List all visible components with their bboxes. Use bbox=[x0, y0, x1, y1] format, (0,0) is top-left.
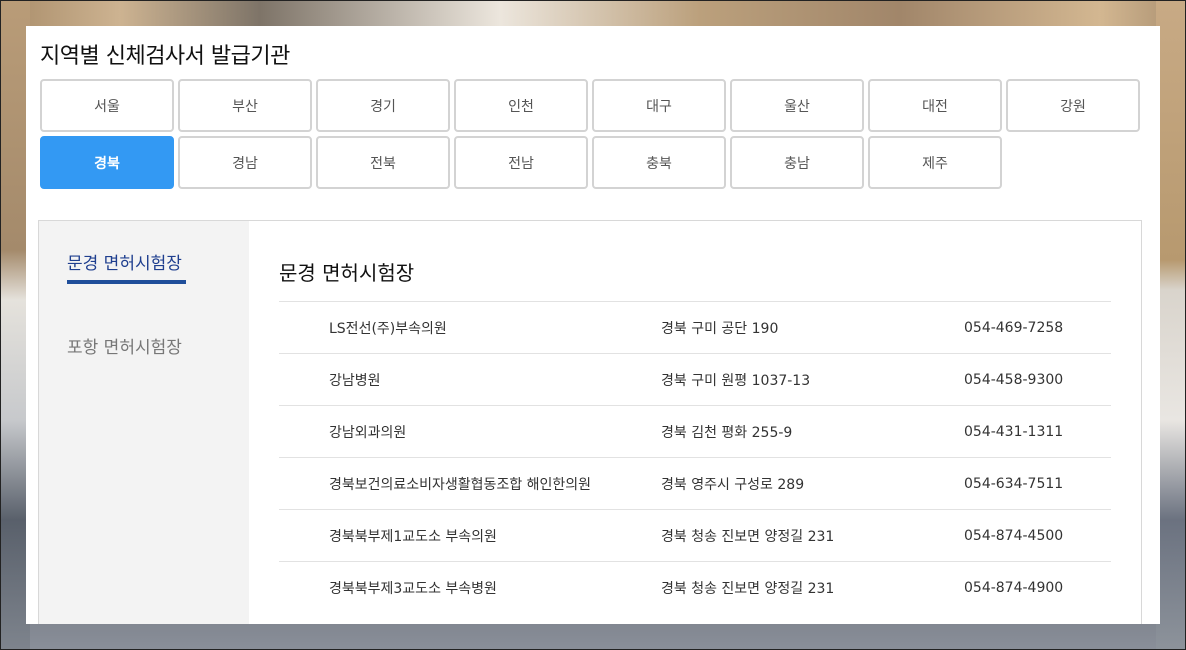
background-ceiling bbox=[0, 0, 1186, 26]
facility-address: 경북 김천 평화 255-9 bbox=[661, 424, 793, 441]
section-title: 문경 면허시험장 bbox=[279, 261, 415, 285]
facility-address: 경북 청송 진보면 양정길 231 bbox=[661, 580, 835, 597]
facility-name: 경북북부제1교도소 부속의원 bbox=[329, 528, 497, 545]
page-title: 지역별 신체검사서 발급기관 bbox=[40, 44, 290, 69]
table-row: 경북북부제3교도소 부속병원 경북 청송 진보면 양정길 231 054-874… bbox=[279, 561, 1111, 614]
region-tab-gyeongbuk[interactable]: 경북 bbox=[40, 136, 174, 189]
region-tab-incheon[interactable]: 인천 bbox=[454, 79, 588, 132]
facility-name: 경북북부제3교도소 부속병원 bbox=[329, 580, 497, 597]
facility-phone: 054-874-4900 bbox=[964, 579, 1064, 596]
side-nav-item-mungyeong[interactable]: 문경 면허시험장 bbox=[67, 249, 186, 284]
table-row: 경북북부제1교도소 부속의원 경북 청송 진보면 양정길 231 054-874… bbox=[279, 509, 1111, 562]
region-tab-daejeon[interactable]: 대전 bbox=[868, 79, 1002, 132]
facility-phone: 054-469-7258 bbox=[964, 319, 1064, 336]
table-row: LS전선(주)부속의원 경북 구미 공단 190 054-469-7258 bbox=[279, 301, 1111, 354]
facility-phone: 054-431-1311 bbox=[964, 423, 1064, 440]
region-tab-chungbuk[interactable]: 충북 bbox=[592, 136, 726, 189]
facility-list-section: 문경 면허시험장 LS전선(주)부속의원 경북 구미 공단 190 054-46… bbox=[279, 221, 1111, 624]
region-tab-jeju[interactable]: 제주 bbox=[868, 136, 1002, 189]
facility-table: LS전선(주)부속의원 경북 구미 공단 190 054-469-7258 강남… bbox=[279, 301, 1111, 614]
facility-name: 경북보건의료소비자생활협동조합 해인한의원 bbox=[329, 476, 592, 493]
facility-address: 경북 구미 공단 190 bbox=[661, 320, 779, 337]
region-tab-gyeongnam[interactable]: 경남 bbox=[178, 136, 312, 189]
main-panel: 지역별 신체검사서 발급기관 서울 부산 경기 인천 대구 울산 대전 강원 경… bbox=[26, 26, 1160, 624]
region-tab-seoul[interactable]: 서울 bbox=[40, 79, 174, 132]
region-tab-ulsan[interactable]: 울산 bbox=[730, 79, 864, 132]
facility-name: 강남외과의원 bbox=[329, 424, 407, 441]
side-nav-item-pohang[interactable]: 포항 면허시험장 bbox=[67, 333, 182, 358]
facility-address: 경북 구미 원평 1037-13 bbox=[661, 372, 811, 389]
background-right-wall bbox=[1156, 0, 1186, 650]
region-tab-jeonbuk[interactable]: 전북 bbox=[316, 136, 450, 189]
region-tab-busan[interactable]: 부산 bbox=[178, 79, 312, 132]
facility-phone: 054-458-9300 bbox=[964, 371, 1064, 388]
region-tab-gangwon[interactable]: 강원 bbox=[1006, 79, 1140, 132]
facility-name: LS전선(주)부속의원 bbox=[329, 320, 447, 337]
content-box: 문경 면허시험장 포항 면허시험장 문경 면허시험장 LS전선(주)부속의원 경… bbox=[38, 220, 1142, 624]
region-tabs: 서울 부산 경기 인천 대구 울산 대전 강원 경북 경남 전북 전남 충북 충… bbox=[40, 79, 1140, 189]
region-tab-chungnam[interactable]: 충남 bbox=[730, 136, 864, 189]
facility-name: 강남병원 bbox=[329, 372, 381, 389]
facility-address: 경북 영주시 구성로 289 bbox=[661, 476, 805, 493]
side-nav: 문경 면허시험장 포항 면허시험장 bbox=[39, 221, 249, 624]
table-row: 강남외과의원 경북 김천 평화 255-9 054-431-1311 bbox=[279, 405, 1111, 458]
region-tab-jeonnam[interactable]: 전남 bbox=[454, 136, 588, 189]
facility-phone: 054-634-7511 bbox=[964, 475, 1064, 492]
region-tab-gyeonggi[interactable]: 경기 bbox=[316, 79, 450, 132]
facility-address: 경북 청송 진보면 양정길 231 bbox=[661, 528, 835, 545]
region-tab-daegu[interactable]: 대구 bbox=[592, 79, 726, 132]
table-row: 강남병원 경북 구미 원평 1037-13 054-458-9300 bbox=[279, 353, 1111, 406]
facility-phone: 054-874-4500 bbox=[964, 527, 1064, 544]
table-row: 경북보건의료소비자생활협동조합 해인한의원 경북 영주시 구성로 289 054… bbox=[279, 457, 1111, 510]
